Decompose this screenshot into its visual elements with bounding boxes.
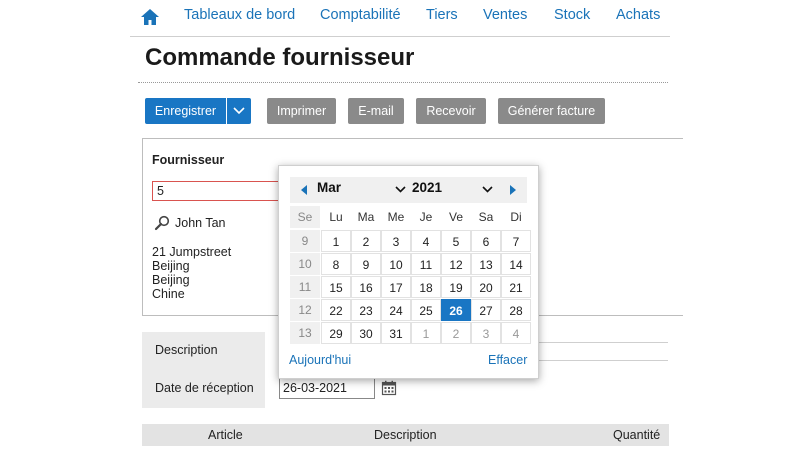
email-button[interactable]: E-mail xyxy=(348,98,404,124)
weekday-header: Me xyxy=(387,210,405,224)
nav-comptabilite[interactable]: Comptabilité xyxy=(320,7,401,23)
chevron-down-icon xyxy=(482,186,493,193)
receive-button[interactable]: Recevoir xyxy=(416,98,486,124)
weekday-header: Lu xyxy=(329,210,343,224)
week-number: 11 xyxy=(290,276,320,298)
calendar-day[interactable]: 3 xyxy=(381,230,411,252)
calendar-day[interactable]: 12 xyxy=(441,253,471,275)
calendar-day[interactable]: 3 xyxy=(471,322,501,344)
column-header-description: Description xyxy=(374,428,437,442)
calendar-day[interactable]: 1 xyxy=(321,230,351,252)
calendar-day[interactable]: 15 xyxy=(321,276,351,298)
week-number: 10 xyxy=(290,253,320,275)
calendar-day[interactable]: 11 xyxy=(411,253,441,275)
nav-ventes[interactable]: Ventes xyxy=(483,7,527,23)
supplier-input[interactable] xyxy=(152,181,282,201)
supplier-contact-name: John Tan xyxy=(175,216,226,230)
nav-achats[interactable]: Achats xyxy=(616,7,660,23)
year-select[interactable]: 2021 xyxy=(412,180,494,200)
print-button[interactable]: Imprimer xyxy=(267,98,336,124)
supplier-address-line: Beijing xyxy=(152,259,190,273)
column-header-quantity: Quantité xyxy=(613,428,661,442)
week-number: 9 xyxy=(290,230,320,252)
calendar-day[interactable]: 10 xyxy=(381,253,411,275)
calendar-day[interactable]: 17 xyxy=(381,276,411,298)
supplier-address-line: Chine xyxy=(152,287,185,301)
calendar-icon[interactable] xyxy=(381,380,397,396)
supplier-address-line: 21 Jumpstreet xyxy=(152,245,232,259)
description-label: Description xyxy=(155,343,218,357)
reception-date-input[interactable] xyxy=(279,377,375,399)
save-options-dropdown[interactable] xyxy=(226,98,251,124)
calendar-day[interactable]: 21 xyxy=(501,276,531,298)
week-number: 12 xyxy=(290,299,320,321)
calendar-day[interactable]: 23 xyxy=(351,299,381,321)
nav-stock[interactable]: Stock xyxy=(554,7,590,23)
calendar-day[interactable]: 5 xyxy=(441,230,471,252)
calendar-day[interactable]: 1 xyxy=(411,322,441,344)
calendar-day[interactable]: 29 xyxy=(321,322,351,344)
calendar-day[interactable]: 4 xyxy=(501,322,531,344)
nav-tableaux-de-bord[interactable]: Tableaux de bord xyxy=(184,7,295,23)
week-number: 13 xyxy=(290,322,320,344)
today-link[interactable]: Aujourd'hui xyxy=(289,353,351,367)
calendar-day[interactable]: 9 xyxy=(351,253,381,275)
magnifier-icon[interactable] xyxy=(154,215,170,231)
next-month-icon[interactable] xyxy=(507,183,519,197)
calendar-day[interactable]: 7 xyxy=(501,230,531,252)
datepicker-header: Mar 2021 xyxy=(290,177,527,203)
month-select-value: Mar xyxy=(317,180,342,195)
calendar-day[interactable]: 2 xyxy=(441,322,471,344)
description-field-bottom-border xyxy=(520,360,668,361)
nav-tiers[interactable]: Tiers xyxy=(426,7,458,23)
datepicker-popup: Mar 2021 Se Lu Ma Me Je Ve Sa Di 9 1 2 3 4 5 6 7 10 8 9 10 1… xyxy=(278,165,539,379)
calendar-day[interactable]: 28 xyxy=(501,299,531,321)
supplier-label: Fournisseur xyxy=(152,153,225,167)
week-number-header: Se xyxy=(290,206,320,228)
calendar-day[interactable]: 6 xyxy=(471,230,501,252)
calendar-day[interactable]: 14 xyxy=(501,253,531,275)
calendar-day[interactable]: 24 xyxy=(381,299,411,321)
weekday-header: Je xyxy=(419,210,433,224)
weekday-header: Ve xyxy=(448,210,463,224)
clear-link[interactable]: Effacer xyxy=(488,353,527,367)
page-title: Commande fournisseur xyxy=(145,44,415,71)
generate-invoice-button[interactable]: Générer facture xyxy=(498,98,605,124)
calendar-day[interactable]: 13 xyxy=(471,253,501,275)
chevron-down-icon xyxy=(395,186,406,193)
home-icon[interactable] xyxy=(140,7,160,27)
calendar-day[interactable]: 25 xyxy=(411,299,441,321)
reception-date-label: Date de réception xyxy=(155,381,254,395)
calendar-day[interactable]: 18 xyxy=(411,276,441,298)
calendar-day[interactable]: 4 xyxy=(411,230,441,252)
description-field-top-border xyxy=(520,342,668,343)
year-select-value: 2021 xyxy=(412,180,443,195)
calendar-day[interactable]: 22 xyxy=(321,299,351,321)
top-navigation: Tableaux de bord Comptabilité Tiers Vent… xyxy=(130,0,670,37)
calendar-day[interactable]: 26 xyxy=(441,299,471,321)
weekday-header: Di xyxy=(510,210,522,224)
month-select[interactable]: Mar xyxy=(317,180,407,200)
weekday-header: Ma xyxy=(357,210,375,224)
calendar-day[interactable]: 16 xyxy=(351,276,381,298)
column-header-article: Article xyxy=(208,428,243,442)
prev-month-icon[interactable] xyxy=(298,183,310,197)
chevron-down-icon xyxy=(233,107,245,115)
calendar-day[interactable]: 19 xyxy=(441,276,471,298)
title-divider xyxy=(138,82,668,83)
calendar-day[interactable]: 27 xyxy=(471,299,501,321)
calendar-day[interactable]: 2 xyxy=(351,230,381,252)
supplier-address-line: Beijing xyxy=(152,273,190,287)
save-button[interactable]: Enregistrer xyxy=(145,98,226,124)
calendar-day[interactable]: 30 xyxy=(351,322,381,344)
calendar-day[interactable]: 31 xyxy=(381,322,411,344)
weekday-header: Sa xyxy=(478,210,494,224)
calendar-day[interactable]: 8 xyxy=(321,253,351,275)
calendar-day[interactable]: 20 xyxy=(471,276,501,298)
